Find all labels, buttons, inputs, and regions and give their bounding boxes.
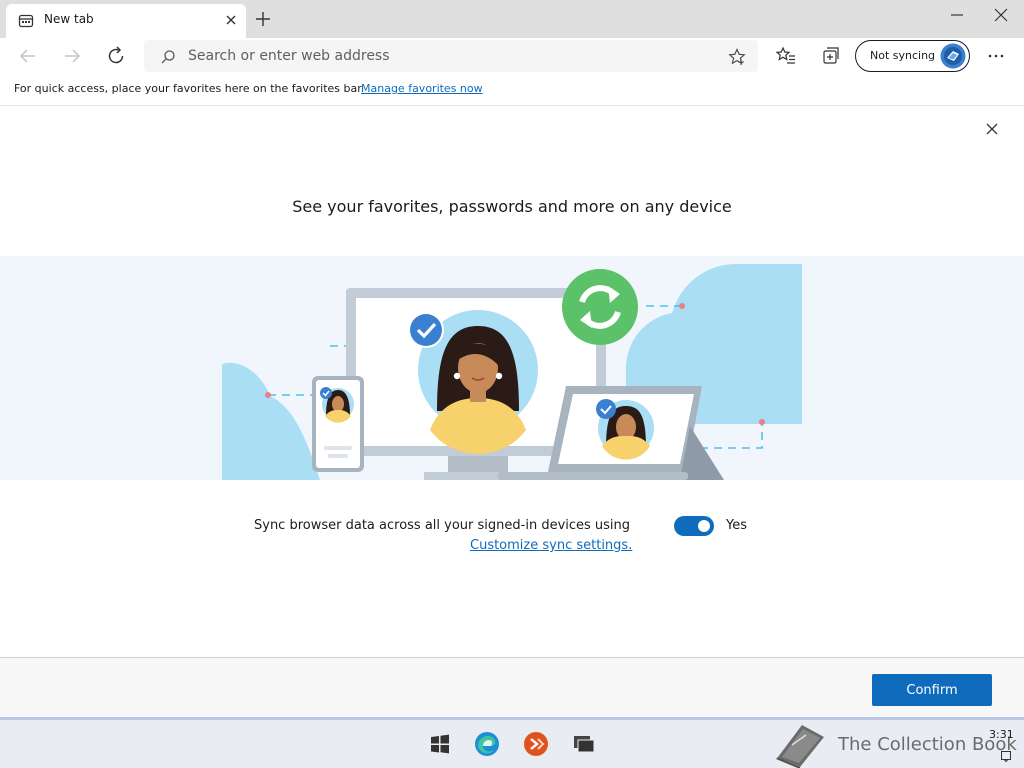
sync-description: Sync browser data across all your signed…: [254, 518, 631, 533]
taskbar: The Collection Book 3:31: [0, 717, 1024, 768]
browser-toolbar: Not syncing: [0, 38, 1024, 74]
tab-strip: New tab: [0, 0, 1024, 38]
profile-button[interactable]: Not syncing: [855, 40, 970, 72]
back-arrow-icon[interactable]: [16, 44, 40, 68]
collections-icon[interactable]: [818, 44, 842, 68]
sync-toggle[interactable]: [674, 516, 714, 536]
connector-dot: [759, 419, 765, 425]
check-badge-icon: [408, 312, 444, 348]
tab-title: New tab: [44, 12, 94, 26]
book-logo-icon: [776, 725, 824, 768]
phone-device: [312, 376, 364, 472]
tab-new-tab[interactable]: New tab: [6, 4, 246, 38]
sync-devices-illustration: [0, 256, 1024, 480]
new-tab-page-icon: [18, 14, 34, 28]
more-icon[interactable]: [984, 44, 1008, 68]
task-view-icon[interactable]: [571, 731, 597, 757]
window-close-icon[interactable]: [988, 4, 1014, 26]
forward-arrow-icon[interactable]: [60, 44, 84, 68]
favorites-bar: For quick access, place your favorites h…: [0, 74, 1024, 106]
manage-favorites-link[interactable]: Manage favorites now: [361, 82, 483, 95]
windows-start-icon[interactable]: [427, 731, 453, 757]
favorites-icon[interactable]: [774, 44, 798, 68]
connector-dot: [679, 303, 685, 309]
sync-dialog: See your favorites, passwords and more o…: [0, 107, 1024, 657]
favorites-bar-hint: For quick access, place your favorites h…: [14, 82, 365, 95]
dialog-footer: Confirm: [0, 657, 1024, 717]
close-icon[interactable]: [224, 13, 238, 27]
sync-badge-icon: [562, 269, 638, 345]
address-bar[interactable]: [144, 40, 758, 72]
search-icon: [161, 50, 175, 64]
minimize-icon[interactable]: [944, 4, 970, 26]
remote-app-icon[interactable]: [523, 731, 549, 757]
search-input[interactable]: [188, 44, 708, 68]
connector-dot: [265, 392, 271, 398]
cloud-left: [222, 362, 320, 480]
page-title: See your favorites, passwords and more o…: [292, 197, 732, 216]
star-icon[interactable]: [728, 48, 746, 66]
toggle-knob: [698, 520, 710, 532]
plus-icon[interactable]: [253, 9, 273, 29]
notification-icon[interactable]: [1000, 750, 1012, 762]
customize-sync-link[interactable]: Customize sync settings.: [470, 538, 632, 553]
close-icon[interactable]: [984, 121, 1000, 137]
edge-icon[interactable]: [474, 731, 500, 757]
confirm-button[interactable]: Confirm: [872, 674, 992, 706]
taskbar-clock[interactable]: 3:31: [989, 728, 1014, 741]
profile-status: Not syncing: [870, 49, 936, 62]
avatar: [940, 43, 966, 69]
toggle-state-label: Yes: [726, 518, 747, 533]
refresh-icon[interactable]: [104, 44, 128, 68]
